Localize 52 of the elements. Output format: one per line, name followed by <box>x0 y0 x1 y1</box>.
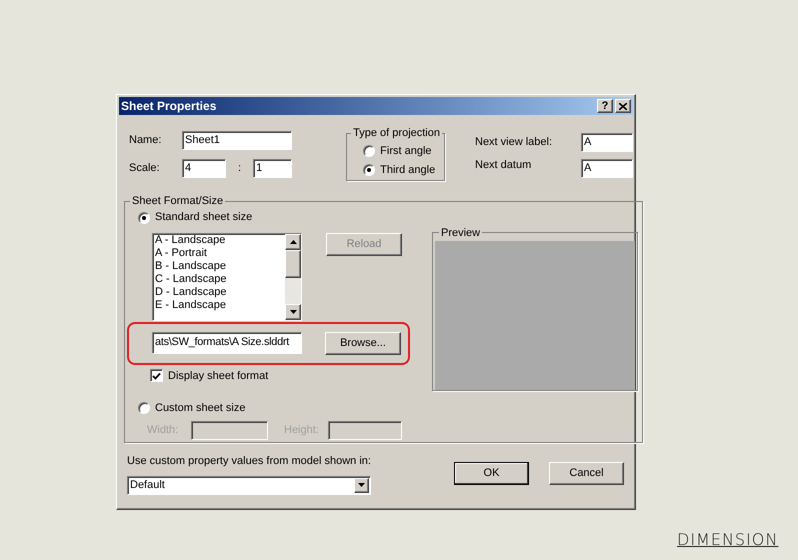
close-icon <box>619 102 627 110</box>
up-arrow-icon <box>290 240 296 244</box>
sheet-size-list[interactable]: A - Landscape A - Portrait B - Landscape C - Landscape D - Landscape E - Landscape <box>152 232 302 320</box>
scale-numerator-field[interactable]: 4 <box>182 159 226 178</box>
projection-group-title: Type of projection <box>352 126 441 141</box>
radio-button[interactable] <box>363 164 376 176</box>
caret-icon <box>358 483 365 487</box>
dimension-label: DIMENSION <box>677 529 778 551</box>
name-label: Name: <box>129 133 162 148</box>
ok-button[interactable]: OK <box>454 462 529 485</box>
height-field[interactable] <box>328 421 402 440</box>
radio-label: First angle <box>380 144 432 159</box>
scale-separator: : <box>238 161 242 176</box>
radio-button[interactable] <box>363 145 376 157</box>
radio-label: Custom sheet size <box>155 400 246 416</box>
list-item[interactable]: B - Landscape <box>155 260 226 272</box>
list-item[interactable]: D - Landscape <box>155 286 227 298</box>
next-datum-field[interactable]: A <box>581 159 633 178</box>
browse-button[interactable]: Browse... <box>325 332 401 354</box>
list-item[interactable]: A - Landscape <box>155 234 226 246</box>
scrollbar[interactable] <box>285 234 301 320</box>
width-field[interactable] <box>191 421 268 440</box>
checkbox[interactable] <box>150 369 163 382</box>
window-title: Sheet Properties <box>121 98 218 115</box>
preview-title: Preview <box>440 226 482 240</box>
custom-property-label: Use custom property values from model shown in: <box>127 454 371 469</box>
scroll-up-button[interactable] <box>285 234 301 250</box>
cancel-button[interactable]: Cancel <box>549 462 624 485</box>
down-arrow-icon <box>290 310 296 314</box>
dropdown-arrow-button[interactable] <box>354 478 369 492</box>
help-button[interactable]: ? <box>597 99 613 113</box>
scale-denominator-field[interactable]: 1 <box>253 159 292 178</box>
next-datum-label: Next datum <box>475 158 532 174</box>
checkbox-label: Display sheet format <box>168 368 268 384</box>
radio-label: Third angle <box>380 162 436 178</box>
scroll-thumb[interactable] <box>285 250 301 278</box>
close-button[interactable] <box>615 99 631 113</box>
list-item[interactable]: A - Portrait <box>155 246 207 260</box>
configuration-dropdown[interactable]: Default <box>127 476 371 494</box>
scroll-down-button[interactable] <box>285 304 301 320</box>
name-field[interactable]: Sheet1 <box>182 131 292 150</box>
dropdown-value: Default <box>129 478 166 493</box>
list-item[interactable]: C - Landscape <box>155 272 227 286</box>
next-view-label: Next view label: <box>475 135 554 150</box>
sheet-format-group-title: Sheet Format/Size <box>131 194 224 209</box>
radio-button[interactable] <box>138 402 150 414</box>
radio-button[interactable] <box>138 212 150 224</box>
format-path-field[interactable]: ats\SW_formats\A Size.slddrt <box>152 332 302 354</box>
next-view-label-field[interactable]: A <box>581 133 633 152</box>
radio-label: Standard sheet size <box>155 210 252 226</box>
list-item[interactable]: E - Landscape <box>155 298 226 312</box>
scale-label: Scale: <box>129 161 161 176</box>
